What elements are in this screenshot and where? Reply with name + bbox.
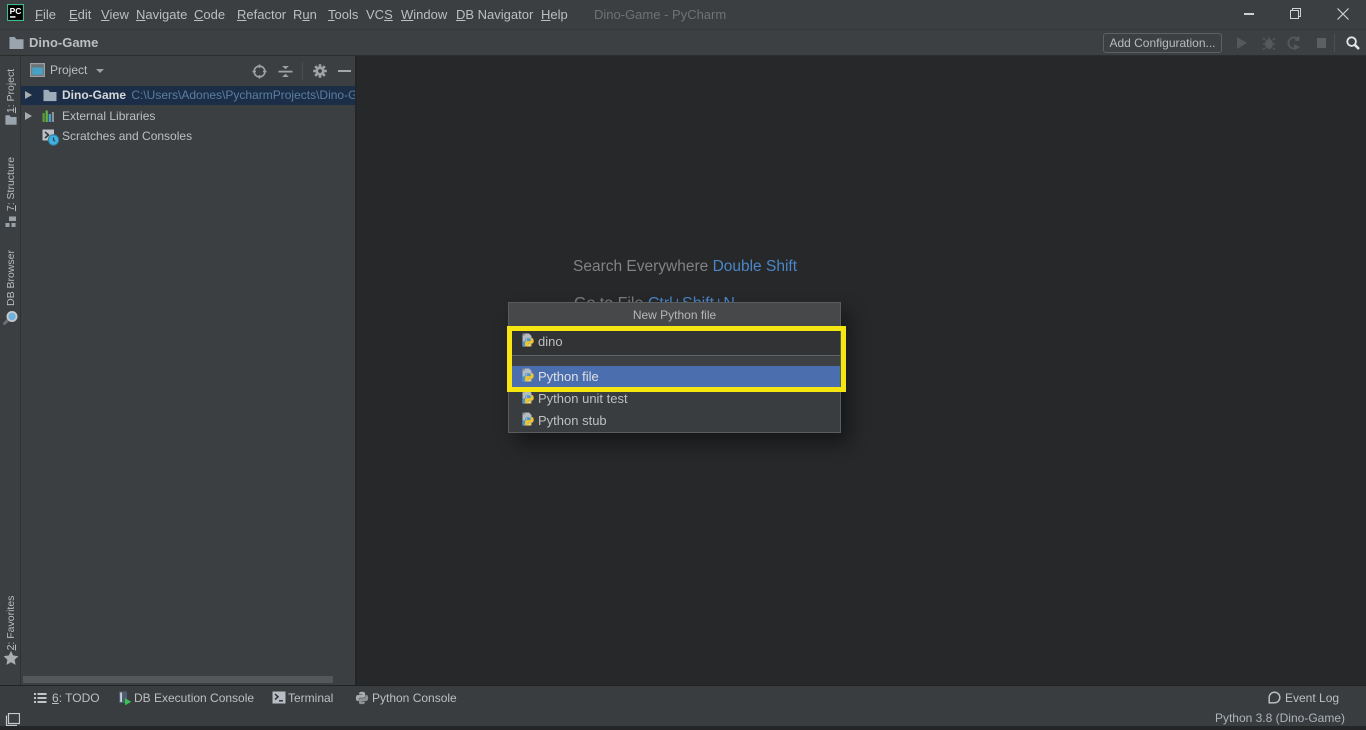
svg-text:PC: PC — [10, 6, 22, 16]
